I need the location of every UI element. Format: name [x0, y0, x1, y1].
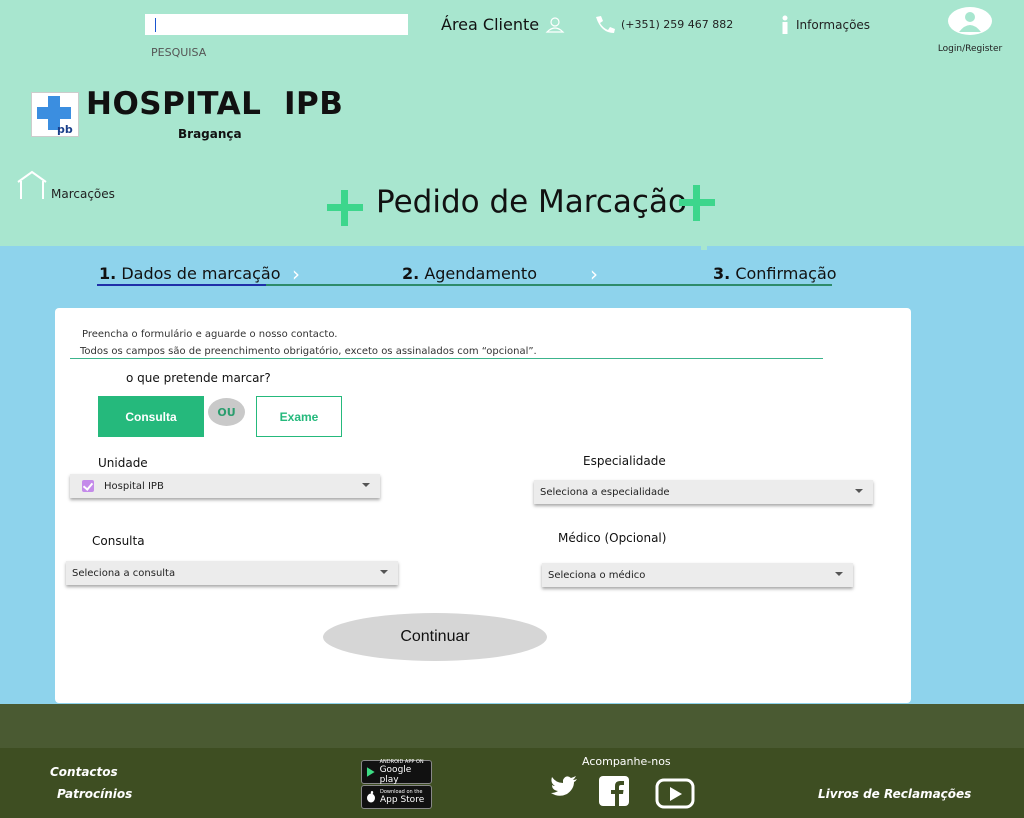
search-input[interactable]: [145, 14, 408, 35]
step-number: 1.: [99, 264, 117, 283]
step-number: 3.: [713, 264, 731, 283]
dropdown-arrow-icon: [855, 489, 863, 493]
step-label: Dados de marcação: [121, 264, 281, 283]
area-cliente-link[interactable]: Área Cliente: [441, 15, 565, 34]
svg-text:pb: pb: [57, 123, 73, 136]
apple-icon: [367, 791, 375, 803]
text-caret: [155, 18, 156, 32]
unidade-value: Hospital IPB: [104, 480, 164, 492]
or-badge: OU: [208, 398, 245, 426]
google-play-badge[interactable]: ANDROID APP ON Google play: [361, 759, 432, 785]
especialidade-select[interactable]: Seleciona a especialidade: [534, 480, 873, 504]
area-cliente-label: Área Cliente: [441, 15, 540, 34]
hospital-logo[interactable]: pb: [31, 92, 79, 137]
home-icon[interactable]: [16, 170, 48, 204]
user-outline-icon: [545, 16, 565, 33]
continue-button[interactable]: Continuar: [323, 613, 547, 661]
patrocinios-link[interactable]: Patrocínios: [57, 787, 132, 801]
site-footer: [0, 748, 1024, 818]
phone-number: (+351) 259 467 882: [621, 17, 734, 31]
consulta-value: Seleciona a consulta: [72, 567, 176, 579]
medico-select[interactable]: Seleciona o médico: [542, 563, 853, 587]
divider: [70, 358, 823, 359]
twitter-icon[interactable]: [551, 776, 578, 798]
app-store-label: App Store: [380, 795, 425, 805]
facebook-icon[interactable]: [598, 775, 630, 807]
consulta-label: Consulta: [92, 534, 145, 548]
exame-button[interactable]: Exame: [256, 396, 342, 437]
search-label: PESQUISA: [151, 46, 207, 59]
step-label: Confirmação: [735, 264, 837, 283]
footer-band: [0, 704, 1024, 748]
consulta-button[interactable]: Consulta: [98, 396, 204, 437]
phone-contact[interactable]: (+351) 259 467 882: [593, 14, 733, 34]
app-store-badge[interactable]: Download on the App Store: [361, 785, 432, 809]
dropdown-arrow-icon: [380, 570, 388, 574]
breadcrumb-marcacoes[interactable]: Marcações: [51, 187, 115, 201]
chevron-right-icon: ›: [590, 262, 598, 286]
follow-us-label: Acompanhe-nos: [582, 755, 671, 768]
form-intro: Preencha o formulário e aguarde o nosso …: [82, 329, 338, 340]
info-label: Informações: [796, 18, 871, 32]
user-avatar-icon: [948, 7, 992, 35]
chevron-right-icon: ›: [292, 262, 300, 286]
form-note: Todos os campos são de preenchimento obr…: [80, 346, 537, 357]
step-2[interactable]: 2. Agendamento: [402, 264, 537, 283]
dropdown-arrow-icon: [362, 483, 370, 487]
plus-icon: [679, 185, 715, 221]
livros-reclamacoes-link[interactable]: Livros de Reclamações: [818, 787, 971, 801]
unidade-select[interactable]: Hospital IPB: [70, 474, 380, 498]
especialidade-value: Seleciona a especialidade: [540, 486, 670, 498]
info-link[interactable]: Informações: [780, 15, 870, 35]
step-number: 2.: [402, 264, 420, 283]
step-3[interactable]: 3. Confirmação: [713, 264, 837, 283]
step-1[interactable]: 1. Dados de marcação: [99, 264, 281, 283]
divider: [701, 243, 707, 250]
phone-icon: [596, 16, 615, 33]
contactos-link[interactable]: Contactos: [50, 765, 118, 779]
steps-active-indicator: [97, 284, 266, 286]
checkbox-checked[interactable]: [82, 480, 94, 492]
youtube-icon[interactable]: [655, 778, 695, 810]
login-label: Login/Register: [937, 44, 1003, 54]
info-icon: [782, 15, 788, 34]
medico-label: Médico (Opcional): [558, 531, 667, 545]
question-label: o que pretende marcar?: [126, 371, 271, 385]
especialidade-label: Especialidade: [583, 454, 666, 468]
google-play-icon: [366, 767, 375, 777]
medico-value: Seleciona o médico: [548, 569, 646, 581]
login-register-link[interactable]: Login/Register: [934, 6, 1006, 54]
unidade-label: Unidade: [98, 456, 148, 470]
logo-title: HOSPITAL IPB: [86, 86, 344, 122]
page-title: Pedido de Marcação: [376, 184, 687, 220]
consulta-select[interactable]: Seleciona a consulta: [66, 561, 398, 585]
logo-subtitle: Bragança: [178, 127, 242, 141]
logo-cross-icon: pb: [37, 96, 73, 136]
step-label: Agendamento: [424, 264, 537, 283]
plus-icon: [327, 190, 363, 226]
google-play-label: Google play: [379, 765, 412, 785]
dropdown-arrow-icon: [835, 572, 843, 576]
